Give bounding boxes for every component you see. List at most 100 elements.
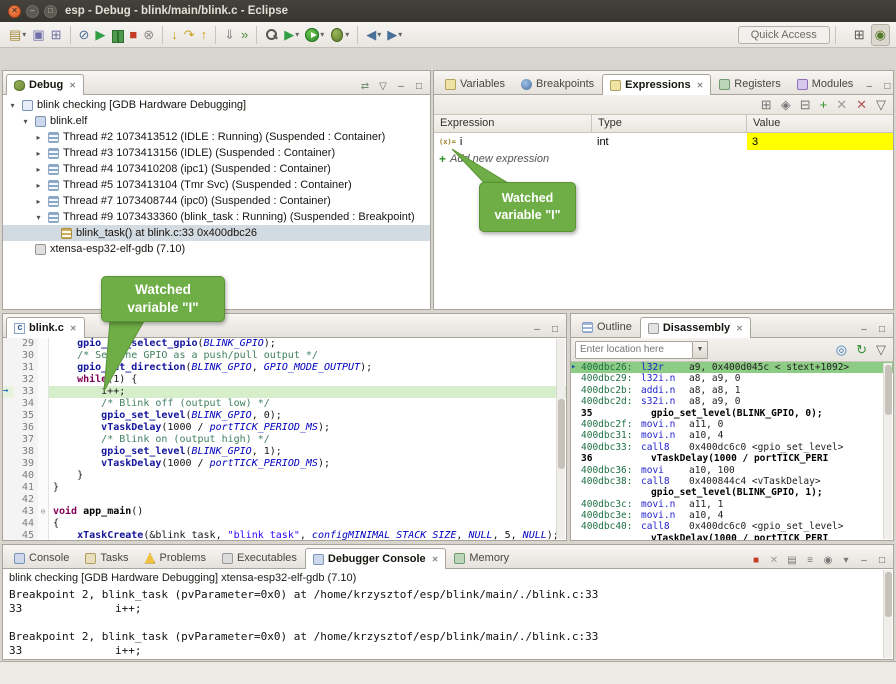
editor-scrollbar[interactable] [556, 339, 565, 539]
collapse-arrow-icon[interactable]: ▾ [20, 117, 31, 126]
disasm-tab-outline[interactable]: Outline [574, 316, 640, 337]
expand-arrow-icon[interactable]: ▸ [33, 165, 44, 174]
line-number[interactable]: 29 [14, 338, 38, 350]
editor-line[interactable]: 36 vTaskDelay(1000 / portTICK_PERIOD_MS)… [3, 422, 566, 434]
line-number[interactable]: 31 [14, 362, 38, 374]
editor-line[interactable]: 29 gpio_pad_select_gpio(BLINK_GPIO); [3, 338, 566, 350]
disassembly-line[interactable]: ▸400dbc26:l32ra9, 0x400d045c < stext+109… [571, 362, 893, 373]
expand-arrow-icon[interactable]: ▸ [33, 133, 44, 142]
editor-line[interactable]: 39 vTaskDelay(1000 / portTICK_PERIOD_MS)… [3, 458, 566, 470]
annotation-ruler[interactable] [3, 482, 14, 494]
display-console-icon[interactable]: ▾ [838, 552, 854, 568]
forward-icon[interactable]: ▶▾ [384, 24, 405, 46]
annotation-ruler[interactable] [3, 458, 14, 470]
minimize-window-icon[interactable]: – [26, 5, 39, 18]
collapse-arrow-icon[interactable]: ▾ [33, 213, 44, 222]
save-all-icon[interactable]: ⊞ [48, 24, 65, 46]
annotation-ruler[interactable] [3, 410, 14, 422]
terminate-console-icon[interactable]: ■ [748, 552, 764, 568]
editor-line[interactable]: 38 gpio_set_level(BLINK_GPIO, 1); [3, 446, 566, 458]
close-tab-icon[interactable]: ✕ [432, 555, 439, 564]
maximize-view-icon[interactable]: □ [874, 321, 890, 337]
minimize-view-icon[interactable]: – [856, 321, 872, 337]
step-into-icon[interactable]: ↓ [168, 24, 181, 46]
editor-line[interactable]: 41} [3, 482, 566, 494]
editor-line[interactable]: 35 gpio_set_level(BLINK_GPIO, 0); [3, 410, 566, 422]
resume-icon[interactable]: ▶ [92, 24, 108, 46]
console-scrollbar-thumb[interactable] [885, 572, 892, 617]
run-icon[interactable]: ▾ [302, 24, 327, 46]
annotation-ruler[interactable] [3, 530, 14, 540]
annotation-ruler[interactable] [3, 422, 14, 434]
disassembly-scrollbar[interactable] [883, 363, 892, 539]
add-expression-icon[interactable]: + [817, 94, 831, 116]
disassembly-line[interactable]: 400dbc33:call80x400dc6c0 <gpio_set_level… [571, 442, 893, 453]
debug-tree-item[interactable]: ▸Thread #3 1073413156 (IDLE) (Suspended … [3, 145, 430, 161]
back-icon[interactable]: ◀▾ [363, 24, 384, 46]
annotation-ruler[interactable]: → [3, 386, 14, 398]
minimize-view-icon[interactable]: – [861, 78, 877, 94]
editor-line[interactable]: 42 [3, 494, 566, 506]
view-menu-icon[interactable]: ▽ [375, 78, 391, 94]
debug-tree-item[interactable]: ▸Thread #2 1073413512 (IDLE : Running) (… [3, 129, 430, 145]
annotation-ruler[interactable] [3, 506, 14, 518]
console-tab-console[interactable]: Console [6, 547, 77, 568]
line-number[interactable]: 44 [14, 518, 38, 530]
console-tab-executables[interactable]: Executables [214, 547, 305, 568]
disassembly-line[interactable]: 35gpio_set_level(BLINK_GPIO, 0); [571, 408, 893, 419]
line-number[interactable]: 32 [14, 374, 38, 386]
line-number[interactable]: 33 [14, 386, 38, 398]
skip-breakpoints-icon[interactable]: ⊘ [76, 24, 93, 46]
column-header-type[interactable]: Type [592, 115, 747, 132]
disassembly-line[interactable]: 400dbc3e:movi.na10, 4 [571, 510, 893, 521]
minimize-view-icon[interactable]: – [529, 321, 545, 337]
drop-to-frame-icon[interactable]: ⇓ [221, 24, 238, 46]
view-menu-icon[interactable]: ▽ [873, 94, 889, 116]
console-output[interactable]: Breakpoint 2, blink_task (pvParameter=0x… [3, 586, 893, 660]
code-text[interactable]: gpio_set_level(BLINK_GPIO, 1); [49, 446, 566, 458]
debug-tree-item[interactable]: ▾Thread #9 1073433360 (blink_task : Runn… [3, 209, 430, 225]
minimize-view-icon[interactable]: – [856, 552, 872, 568]
editor-line[interactable]: 32 while(1) { [3, 374, 566, 386]
editor-line[interactable]: 40 } [3, 470, 566, 482]
expr-tab-registers[interactable]: Registers [711, 73, 788, 94]
editor-line[interactable]: 30 /* Set the GPIO as a push/pull output… [3, 350, 566, 362]
debug-tree-item[interactable]: xtensa-esp32-elf-gdb (7.10) [3, 241, 430, 257]
disconnect-icon[interactable]: ⊗ [140, 24, 157, 46]
line-number[interactable]: 45 [14, 530, 38, 540]
editor-line[interactable]: →33 i++; [3, 386, 566, 398]
expr-tab-expressions[interactable]: Expressions✕ [602, 74, 711, 95]
debug-tree-item[interactable]: ▸Thread #7 1073408744 (ipc0) (Suspended … [3, 193, 430, 209]
save-icon[interactable]: ▣ [29, 24, 47, 46]
close-window-icon[interactable]: ✕ [8, 5, 21, 18]
new-wizard-icon[interactable]: ▤▾ [6, 24, 29, 46]
editor-line[interactable]: 44 { [3, 518, 566, 530]
close-tab-icon[interactable]: ✕ [69, 81, 76, 90]
expr-tab-breakpoints[interactable]: Breakpoints [513, 73, 602, 94]
refresh-icon[interactable]: ↻ [853, 339, 870, 361]
code-text[interactable] [49, 494, 566, 506]
maximize-view-icon[interactable]: □ [879, 78, 895, 94]
location-dropdown-icon[interactable]: ▼ [693, 341, 708, 359]
editor-scrollbar-thumb[interactable] [558, 399, 565, 469]
expand-arrow-icon[interactable]: ▸ [33, 197, 44, 206]
annotation-ruler[interactable] [3, 350, 14, 362]
fold-marker-icon[interactable]: ⊖ [38, 506, 49, 518]
terminate-icon[interactable]: ■ [126, 24, 140, 46]
step-return-icon[interactable]: ↑ [198, 24, 211, 46]
collapse-arrow-icon[interactable]: ▾ [7, 101, 18, 110]
column-header-value[interactable]: Value [747, 115, 893, 132]
console-tab-problems[interactable]: Problems [136, 547, 213, 568]
code-text[interactable]: xTaskCreate(&blink_task, "blink_task", c… [49, 530, 566, 540]
code-text[interactable]: { [49, 518, 566, 530]
debug-tab-debug[interactable]: Debug✕ [6, 74, 84, 95]
disassembly-scrollbar-thumb[interactable] [885, 365, 892, 415]
disassembly-listing[interactable]: ▸400dbc26:l32ra9, 0x400d045c < stext+109… [571, 362, 893, 540]
clear-console-icon[interactable]: ▤ [784, 552, 800, 568]
line-number[interactable]: 43 [14, 506, 38, 518]
maximize-window-icon[interactable]: □ [44, 5, 57, 18]
disassembly-line[interactable]: 400dbc31:movi.na10, 4 [571, 430, 893, 441]
expr-tab-variables[interactable]: Variables [437, 73, 513, 94]
annotation-ruler[interactable] [3, 446, 14, 458]
instruction-stepping-icon[interactable]: » [238, 24, 251, 46]
